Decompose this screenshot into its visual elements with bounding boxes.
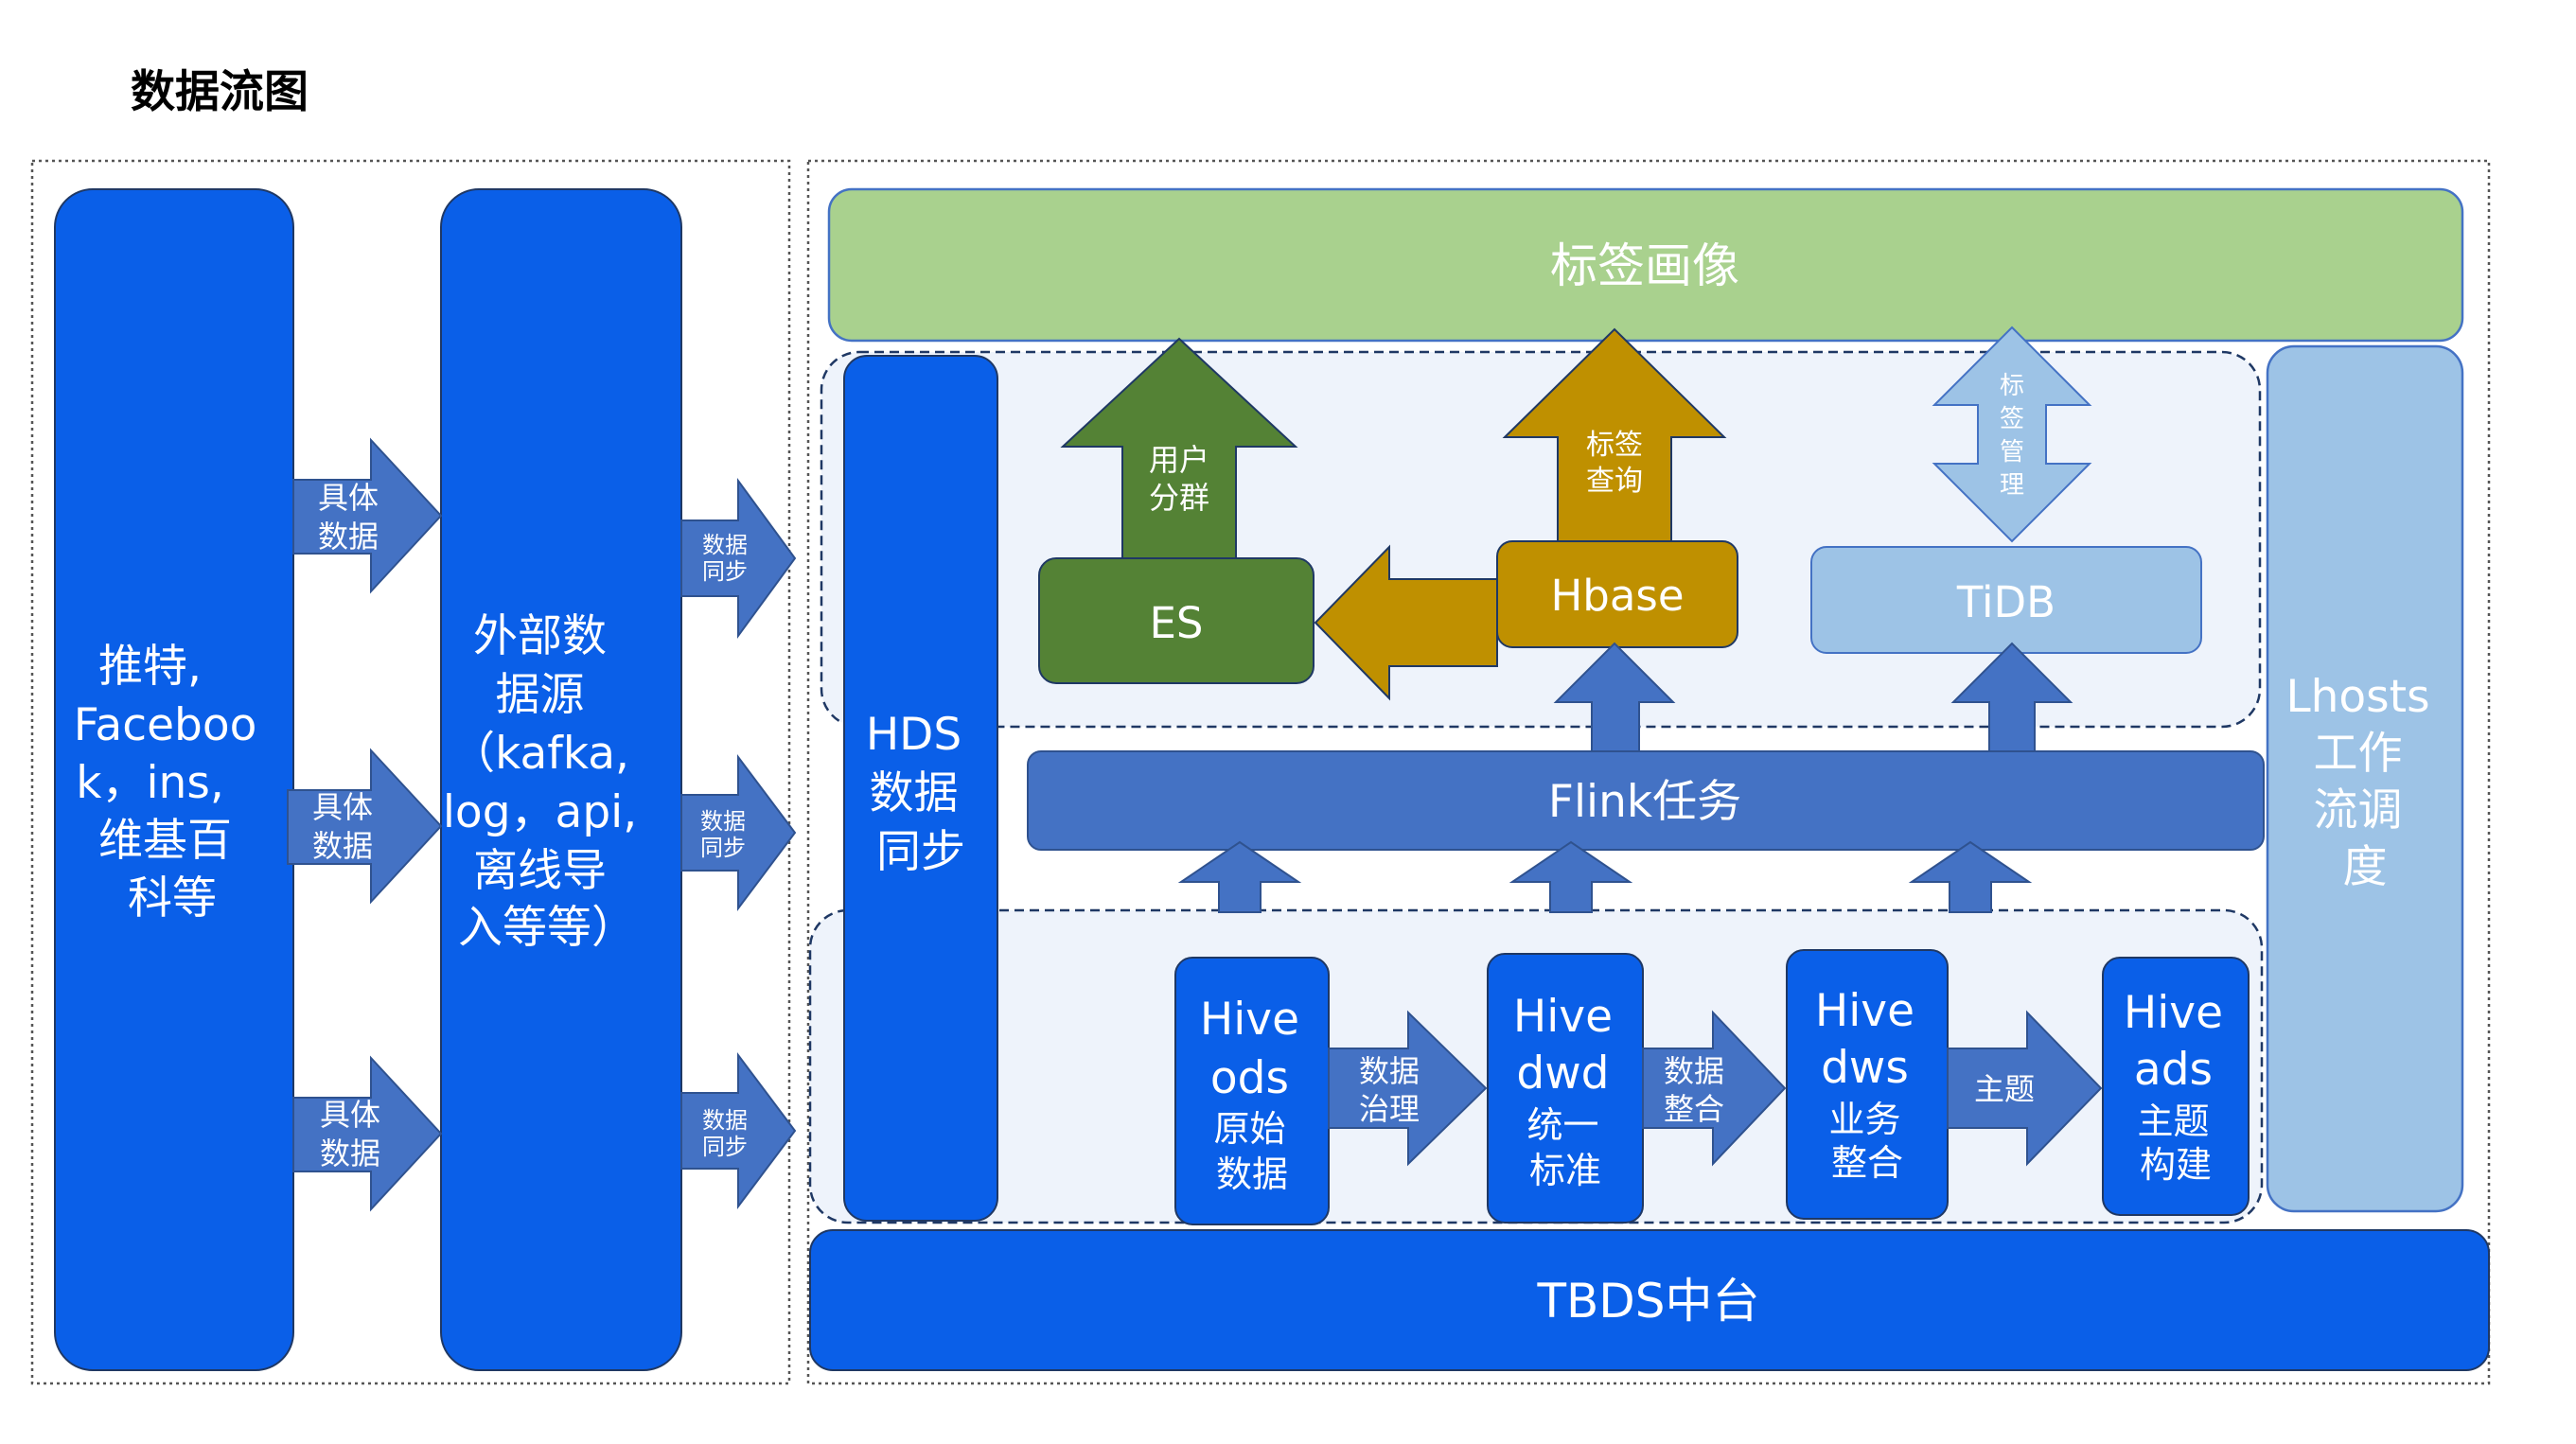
sync-middle-line-2: 同步 [700,835,746,861]
svg-text:数据同步: 数据同步 [702,1107,748,1160]
external-line-5: 离线导 [473,845,607,897]
lhosts-line-2: 工作 [2314,728,2403,780]
arrow-middle-line-2: 数据 [312,828,373,864]
hive-ads-line-2: ads [2134,1044,2213,1096]
sync-bottom-line-1: 数据 [702,1107,748,1134]
arrow-hive-to-flink-2 [1509,840,1633,913]
tag-manage-line-1: 标 [2000,372,2024,400]
lhosts-line-3: 流调 [2314,784,2403,836]
tag-query-line-1: 标签 [1586,429,1643,462]
hive-dws-line-3: 业务 [1828,1099,1900,1140]
arrow-specific-data-bottom: 具体数据 [292,1055,443,1212]
hive-dwd-line-1: Hive [1513,991,1613,1043]
hds-line-2: 数据 [870,767,959,819]
hive-dws-line-2: dws [1821,1042,1909,1094]
tag-manage-line-4: 理 [2000,471,2024,500]
external-line-3: （kafka, [450,728,629,780]
flink-label: Flink任务 [1548,776,1741,828]
arrow-data-sync-middle: 数据同步 [680,754,797,911]
sync-bottom-line-2: 同步 [702,1134,748,1160]
social-line-3: k，ins, [76,757,224,809]
tidb-label: TiDB [1956,577,2056,627]
svg-text:主题: 主题 [1974,1071,2035,1107]
external-line-2: 据源 [496,669,585,721]
hive-ads-line-3: 主题 [2137,1101,2209,1142]
svg-text:数据同步: 数据同步 [700,808,746,861]
hive-ads-line-1: Hive [2124,987,2223,1039]
lhosts-line-4: 度 [2343,841,2388,893]
arrow-specific-data-middle: 具体数据 [287,748,443,905]
governance-line-1: 数据 [1359,1053,1420,1089]
arrow-specific-data-top: 具体数据 [292,437,443,594]
hive-ads-line-4: 构建 [2140,1144,2212,1186]
hive-ods-line-1: Hive [1200,994,1299,1046]
integration-line-1: 数据 [1664,1053,1724,1089]
hds-label: HDS 数据 同步 [866,709,976,878]
hive-ods-line-3: 原始 [1213,1108,1285,1150]
arrow-hive-to-flink-3 [1908,840,2033,913]
tag-manage-line-2: 签 [2000,405,2024,433]
arrow-data-sync-top: 数据同步 [680,477,797,640]
topic-line-1: 主题 [1974,1071,2035,1107]
social-line-5: 科等 [128,872,217,925]
sync-top-line-1: 数据 [702,532,748,558]
governance-line-2: 治理 [1359,1091,1420,1127]
integration-line-2: 整合 [1664,1091,1724,1127]
tag-manage-line-3: 管 [2000,438,2024,467]
hive-dws-line-1: Hive [1815,985,1914,1037]
svg-text:数据同步: 数据同步 [702,532,748,585]
data-flow-diagram: 推特, Faceboo k，ins, 维基百 科等 外部数 据源 （kafka,… [30,159,2491,1385]
hive-dwd-line-4: 标准 [1529,1150,1601,1191]
hive-ods-line-2: ods [1210,1052,1289,1104]
tbds-label: TBDS中台 [1536,1274,1759,1329]
social-line-1: 推特, [98,641,202,693]
hive-dwd-line-3: 统一 [1526,1104,1598,1146]
lhosts-line-1: Lhosts [2285,671,2429,723]
external-line-6: 入等等） [458,902,636,954]
hive-dws-line-4: 整合 [1831,1142,1903,1184]
user-group-line-2: 分群 [1149,480,1209,516]
external-line-1: 外部数 [473,610,607,662]
social-line-4: 维基百 [98,815,232,867]
external-line-4: log，api, [443,786,637,838]
hive-ods-line-4: 数据 [1216,1153,1288,1195]
tag-portrait-label: 标签画像 [1550,238,1739,293]
external-sources-box [440,188,682,1371]
arrow-top-line-1: 具体 [318,480,379,516]
social-line-2: Faceboo [74,699,257,751]
sync-top-line-2: 同步 [702,558,748,585]
sync-middle-line-1: 数据 [700,808,746,835]
user-group-line-1: 用户 [1149,442,1209,478]
hds-line-1: HDS [866,709,962,761]
arrow-middle-line-1: 具体 [312,789,373,825]
arrow-bottom-line-2: 数据 [320,1136,380,1171]
hds-line-3: 同步 [876,826,965,878]
es-label: ES [1150,598,1204,648]
arrow-hive-to-flink-1 [1177,840,1302,913]
arrow-bottom-line-1: 具体 [320,1097,380,1133]
arrow-data-sync-bottom: 数据同步 [680,1052,797,1209]
hive-dwd-line-2: dwd [1516,1048,1609,1100]
arrow-top-line-2: 数据 [318,519,379,555]
tag-query-line-2: 查询 [1586,465,1643,498]
hbase-label: Hbase [1550,571,1684,621]
